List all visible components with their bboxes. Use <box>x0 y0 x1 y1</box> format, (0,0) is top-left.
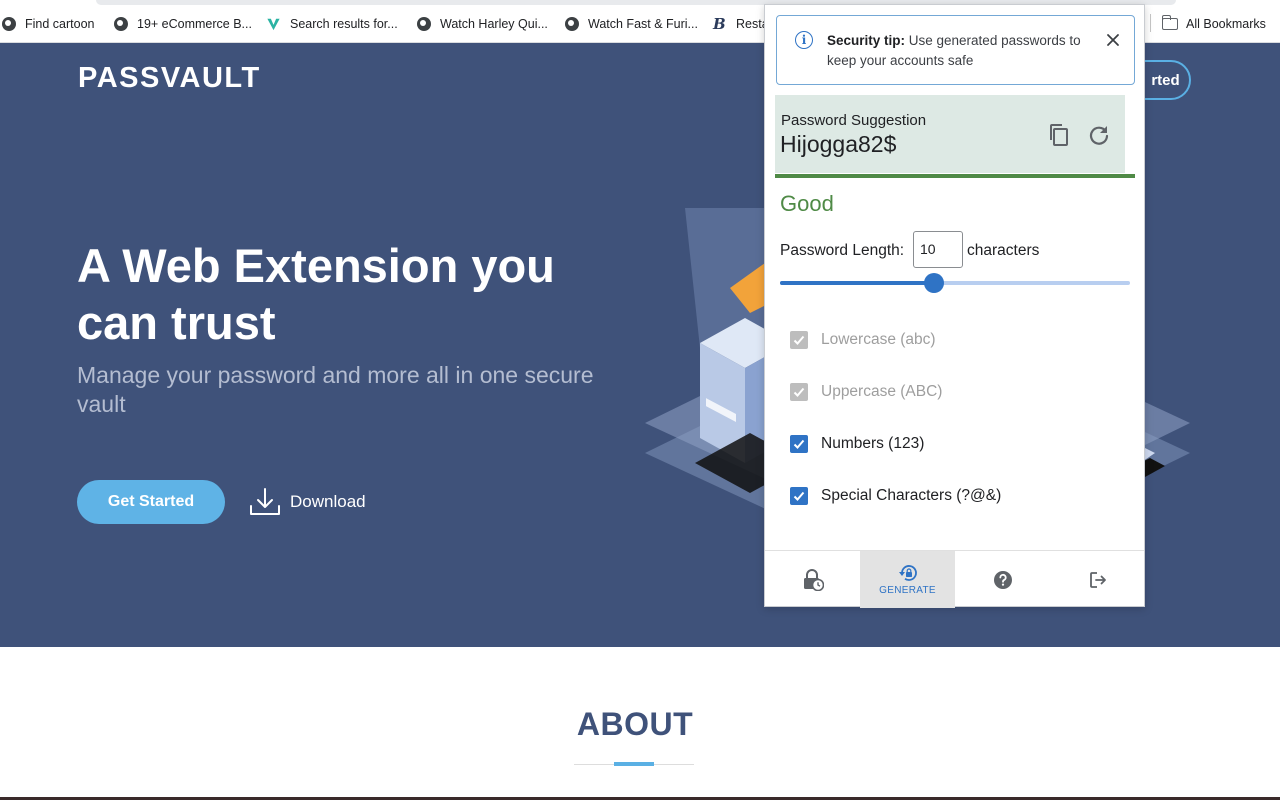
refresh-icon[interactable] <box>1088 124 1110 146</box>
popup-bottom-nav: GENERATE <box>765 550 1145 608</box>
globe-icon <box>114 17 128 31</box>
bookmark-harley-quinn[interactable]: Watch Harley Qui... <box>417 14 548 34</box>
nav-generate-button[interactable]: GENERATE <box>860 551 955 608</box>
nav-generate-label: GENERATE <box>879 584 936 596</box>
globe-icon <box>565 17 579 31</box>
get-started-button[interactable]: Get Started <box>77 480 225 524</box>
v-logo-icon <box>267 18 280 31</box>
site-logo[interactable]: PASSVAULT <box>78 62 261 95</box>
password-length-unit: characters <box>967 242 1040 259</box>
help-icon <box>993 570 1012 589</box>
about-heading: ABOUT <box>576 706 694 742</box>
option-special-characters[interactable]: Special Characters (?@&) <box>790 485 1001 507</box>
globe-icon <box>417 17 431 31</box>
all-bookmarks-button[interactable]: All Bookmarks <box>1161 14 1266 34</box>
bookmark-fast-furious[interactable]: Watch Fast & Furi... <box>565 14 698 34</box>
info-icon: i <box>795 31 813 49</box>
bookmarks-divider <box>1150 14 1151 32</box>
checkbox-checked-icon[interactable] <box>790 383 808 401</box>
security-tip-text: Security tip: Use generated passwords to… <box>827 33 1081 68</box>
b-logo-icon: B <box>713 15 726 33</box>
password-length-input[interactable]: 10 <box>913 231 963 268</box>
bookmark-search-results[interactable]: Search results for... <box>266 14 398 34</box>
password-suggestion-value[interactable]: Hijogga82$ <box>780 131 896 158</box>
password-suggestion-label: Password Suggestion <box>781 112 927 129</box>
password-generator-popup: i Security tip: Use generated passwords … <box>764 4 1145 608</box>
password-length-slider[interactable] <box>780 273 1130 293</box>
folder-icon <box>1161 15 1178 30</box>
checkbox-checked-icon[interactable] <box>790 331 808 349</box>
nav-vault-button[interactable] <box>765 551 860 608</box>
bookmark-find-cartoon[interactable]: Find cartoon <box>2 14 94 34</box>
option-lowercase[interactable]: Lowercase (abc) <box>790 329 936 351</box>
bookmark-resta[interactable]: B Resta <box>713 14 769 34</box>
slider-fill <box>780 281 934 285</box>
strength-meter <box>775 174 1135 178</box>
lock-reset-icon <box>898 564 917 581</box>
nav-help-button[interactable] <box>955 551 1050 608</box>
logout-icon <box>1089 571 1106 588</box>
checkbox-checked-icon[interactable] <box>790 435 808 453</box>
password-suggestion-box: Password Suggestion Hijogga82$ <box>775 95 1125 173</box>
download-link[interactable]: Download <box>248 486 366 518</box>
lock-clock-icon <box>803 568 824 591</box>
download-icon <box>250 488 280 515</box>
hero-subheadline: Manage your password and more all in one… <box>77 362 594 417</box>
strength-label: Good <box>780 191 834 216</box>
option-numbers[interactable]: Numbers (123) <box>790 433 924 455</box>
option-uppercase[interactable]: Uppercase (ABC) <box>790 381 942 403</box>
copy-icon[interactable] <box>1048 123 1070 147</box>
slider-thumb[interactable] <box>924 273 944 293</box>
checkbox-checked-icon[interactable] <box>790 487 808 505</box>
bookmark-ecommerce[interactable]: 19+ eCommerce B... <box>114 14 252 34</box>
globe-icon <box>2 17 16 31</box>
nav-logout-button[interactable] <box>1050 551 1145 608</box>
security-tip-alert: i Security tip: Use generated passwords … <box>776 15 1135 85</box>
hero-headline: A Web Extension you can trust <box>77 239 555 349</box>
close-icon[interactable] <box>1103 30 1123 50</box>
password-length-label: Password Length: <box>780 242 905 259</box>
about-divider-accent <box>614 762 654 766</box>
